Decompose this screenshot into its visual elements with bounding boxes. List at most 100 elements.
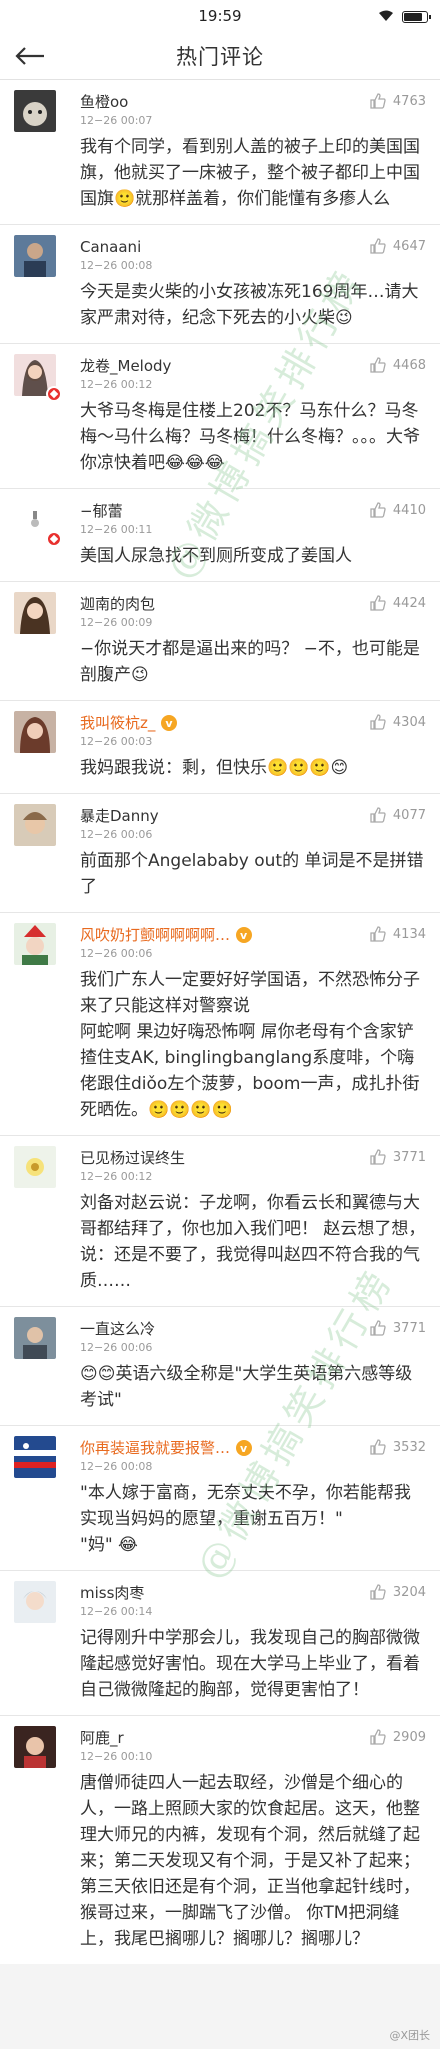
comment-item: 龙卷_Melody 12−26 00:12 大爷马冬梅是住楼上202不？马东什么…: [0, 344, 440, 489]
like-count: 2909: [392, 1729, 426, 1745]
vip-icon: [161, 714, 178, 734]
avatar[interactable]: [14, 711, 56, 753]
thumbs-up-icon: [370, 93, 386, 109]
comment-text: "本人嫁于富商，无奈丈夫不孕，你若能帮我实现当妈妈的愿望，重谢五百万！" "妈"…: [80, 1483, 411, 1555]
comment-item: 阿鹿_r 12−26 00:10 唐僧师徒四人一起去取经，沙僧是个细心的人，一路…: [0, 1716, 440, 1964]
like-count: 4077: [392, 807, 426, 823]
comment-item: 迦南的肉包 12−26 00:09 −你说天才都是逼出来的吗？ −不，也可能是剖…: [0, 582, 440, 701]
page-title: 热门评论: [176, 44, 264, 69]
nav-bar: 热门评论: [0, 32, 440, 80]
like-count: 3204: [392, 1584, 426, 1600]
avatar[interactable]: [14, 235, 56, 277]
avatar[interactable]: [14, 1317, 56, 1359]
comment-item: 鱼橙oo 12−26 00:07 我有个同学，看到别人盖的被子上印的美国国旗，他…: [0, 80, 440, 225]
like-button[interactable]: 3771: [369, 1148, 426, 1166]
wifi-icon: [378, 8, 394, 26]
comment-text: 刘备对赵云说：子龙啊，你看云长和翼德与大哥都结拜了，你也加入我们吧！ 赵云想了想…: [80, 1193, 426, 1291]
battery-icon: [402, 11, 431, 23]
comment-time: 12−26 00:03: [80, 735, 153, 748]
comment-time: 12−26 00:08: [80, 259, 153, 272]
thumbs-up-icon: [370, 502, 386, 518]
comment-time: 12−26 00:08: [80, 1460, 153, 1473]
comment-item: 我叫筱杭z_ 12−26 00:03 我妈跟我说：剩，但快乐🙂🙂🙂😊 4304: [0, 701, 440, 794]
vip-icon: [236, 926, 253, 946]
comment-time: 12−26 00:06: [80, 828, 153, 841]
thumbs-up-icon: [370, 238, 386, 254]
status-time: 19:59: [198, 7, 242, 25]
comment-time: 12−26 00:12: [80, 1170, 153, 1183]
like-count: 3771: [392, 1320, 426, 1336]
thumbs-up-icon: [370, 1584, 386, 1600]
comment-time: 12−26 00:06: [80, 947, 153, 960]
comment-item: 一直这么冷 12−26 00:06 😊😊英语六级全称是"大学生英语第六感等级考试…: [0, 1307, 440, 1426]
thumbs-up-icon: [370, 714, 386, 730]
avatar[interactable]: [14, 1146, 56, 1188]
comment-time: 12−26 00:06: [80, 1341, 153, 1354]
like-button[interactable]: 4410: [369, 501, 426, 519]
comment-list: 鱼橙oo 12−26 00:07 我有个同学，看到别人盖的被子上印的美国国旗，他…: [0, 80, 440, 1964]
like-count: 4763: [392, 93, 426, 109]
like-button[interactable]: 3771: [369, 1319, 426, 1337]
comment-text: 唐僧师徒四人一起去取经，沙僧是个细心的人，一路上照顾大家的饮食起居。这天，他整理…: [80, 1773, 420, 1949]
comment-item: −郁蕾 12−26 00:11 美国人尿急找不到厕所变成了姜国人 4410: [0, 489, 440, 582]
like-count: 4647: [392, 238, 426, 254]
thumbs-up-icon: [370, 926, 386, 942]
like-button[interactable]: 4134: [369, 925, 426, 943]
thumbs-up-icon: [370, 1149, 386, 1165]
like-count: 3532: [392, 1439, 426, 1455]
back-arrow-icon: [15, 47, 44, 65]
verified-badge-icon: [46, 386, 62, 402]
like-button[interactable]: 4647: [369, 237, 426, 255]
comment-time: 12−26 00:09: [80, 616, 153, 629]
comment-item: 暴走Danny 12−26 00:06 前面那个Angelababy out的 …: [0, 794, 440, 913]
comment-text: 美国人尿急找不到厕所变成了姜国人: [80, 546, 352, 566]
avatar[interactable]: [14, 1581, 56, 1623]
comment-text: 记得刚升中学那会儿，我发现自己的胸部微微隆起感觉好害怕。现在大学马上毕业了，看着…: [80, 1628, 420, 1700]
avatar[interactable]: [14, 1726, 56, 1768]
comment-item: 你再装逼我就要报警… 12−26 00:08 "本人嫁于富商，无奈丈夫不孕，你若…: [0, 1426, 440, 1571]
like-button[interactable]: 4763: [369, 92, 426, 110]
comment-item: 风吹奶打颤啊啊啊啊… 12−26 00:06 我们广东人一定要好好学国语，不然恐…: [0, 913, 440, 1136]
like-button[interactable]: 2909: [369, 1728, 426, 1746]
comment-time: 12−26 00:14: [80, 1605, 153, 1618]
comment-text: 😊😊英语六级全称是"大学生英语第六感等级考试": [80, 1364, 413, 1410]
like-button[interactable]: 4468: [369, 356, 426, 374]
like-button[interactable]: 4077: [369, 806, 426, 824]
like-button[interactable]: 4424: [369, 594, 426, 612]
thumbs-up-icon: [370, 1729, 386, 1745]
like-button[interactable]: 3204: [369, 1583, 426, 1601]
back-button[interactable]: [14, 42, 48, 70]
credit-text: @X团长: [389, 2029, 430, 2042]
comment-time: 12−26 00:11: [80, 523, 153, 536]
like-count: 4468: [392, 357, 426, 373]
comment-item: 已见杨过误终生 12−26 00:12 刘备对赵云说：子龙啊，你看云长和翼德与大…: [0, 1136, 440, 1307]
comment-item: miss肉枣 12−26 00:14 记得刚升中学那会儿，我发现自己的胸部微微隆…: [0, 1571, 440, 1716]
like-count: 4424: [392, 595, 426, 611]
like-count: 4304: [392, 714, 426, 730]
vip-icon: [236, 1439, 253, 1459]
avatar[interactable]: [14, 592, 56, 634]
like-count: 4134: [392, 926, 426, 942]
thumbs-up-icon: [370, 1439, 386, 1455]
thumbs-up-icon: [370, 595, 386, 611]
status-bar: 19:59: [0, 0, 440, 32]
like-button[interactable]: 4304: [369, 713, 426, 731]
comment-text: 前面那个Angelababy out的 单词是不是拼错了: [80, 851, 424, 897]
avatar[interactable]: [14, 1436, 56, 1478]
comment-text: 我们广东人一定要好好学国语，不然恐怖分子来了只能这样对警察说 阿蛇啊 果边好嗨恐…: [80, 970, 420, 1120]
comment-time: 12−26 00:10: [80, 1750, 153, 1763]
verified-badge-icon: [46, 531, 62, 547]
comment-text: −你说天才都是逼出来的吗？ −不，也可能是剖腹产😉: [80, 639, 420, 685]
avatar[interactable]: [14, 804, 56, 846]
thumbs-up-icon: [370, 1320, 386, 1336]
avatar[interactable]: [14, 90, 56, 132]
like-count: 4410: [392, 502, 426, 518]
comment-time: 12−26 00:12: [80, 378, 153, 391]
comment-text: 今天是卖火柴的小女孩被冻死169周年…请大家严肃对待，纪念下死去的小火柴😉: [80, 282, 419, 328]
avatar[interactable]: [14, 923, 56, 965]
comment-item: Canaani 12−26 00:08 今天是卖火柴的小女孩被冻死169周年…请…: [0, 225, 440, 344]
like-count: 3771: [392, 1149, 426, 1165]
thumbs-up-icon: [370, 807, 386, 823]
thumbs-up-icon: [370, 357, 386, 373]
like-button[interactable]: 3532: [369, 1438, 426, 1456]
